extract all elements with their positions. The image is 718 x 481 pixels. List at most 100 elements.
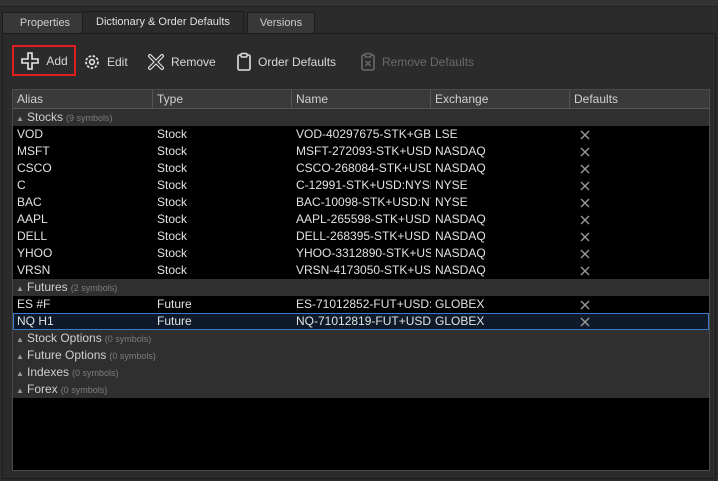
cell-type: Future (157, 297, 192, 311)
cell-exchange: LSE (435, 127, 458, 141)
cell-name: YHOO-3312890-STK+USD:NASDAQ (296, 246, 431, 260)
window-top-strip (0, 0, 718, 7)
cell-defaults (570, 296, 709, 313)
expand-triangle-icon[interactable]: ▲ (13, 365, 27, 382)
column-header-defaults[interactable]: Defaults (570, 90, 709, 108)
grid-header: Alias Type Name Exchange Defaults (13, 90, 709, 109)
cell-exchange: NASDAQ (435, 229, 486, 243)
group-count: (2 symbols) (70, 283, 118, 293)
cell-defaults (570, 143, 709, 160)
cell-type: Stock (157, 144, 188, 158)
table-row[interactable]: DELL Stock DELL-268395-STK+USD:NASDAQ NASDA… (13, 228, 709, 245)
order-defaults-button[interactable]: Order Defaults (236, 48, 336, 76)
table-row[interactable]: MSFT Stock MSFT-272093-STK+USD:NASDAQ NASDA… (13, 143, 709, 160)
group-header[interactable]: ▲ Stock Options (0 symbols) (13, 330, 709, 347)
no-defaults-x-icon[interactable] (580, 228, 590, 245)
no-defaults-x-icon[interactable] (580, 143, 590, 160)
order-defaults-label: Order Defaults (258, 55, 337, 69)
group-header[interactable]: ▲ Indexes (0 symbols) (13, 364, 709, 381)
cell-name: VRSN-4173050-STK+USD:NASDAQ (296, 263, 431, 277)
edit-button[interactable]: Edit (83, 48, 128, 76)
expand-triangle-icon[interactable]: ▲ (13, 110, 27, 127)
cell-alias: ES #F (17, 297, 51, 311)
cell-exchange: NYSE (435, 195, 468, 209)
group-count: (0 symbols) (60, 385, 108, 395)
expand-triangle-icon[interactable]: ▲ (13, 280, 27, 297)
table-row[interactable]: VOD Stock VOD-40297675-STK+GBP:LSE LSE (13, 126, 709, 143)
no-defaults-x-icon[interactable] (580, 211, 590, 228)
no-defaults-x-icon[interactable] (580, 126, 590, 143)
remove-defaults-label: Remove Defaults (382, 55, 475, 69)
cell-exchange: GLOBEX (435, 297, 485, 311)
dictionary-panel: Add Edit Remove Order Defaults Remove De… (2, 33, 716, 479)
add-button[interactable]: Add (12, 45, 76, 76)
cell-name: C-12991-STK+USD:NYSE (296, 178, 431, 192)
cell-type: Stock (157, 229, 188, 243)
table-row[interactable]: ES #F Future ES-71012852-FUT+USD:GLOBEX GLO… (13, 296, 709, 313)
column-header-alias[interactable]: Alias (13, 90, 153, 108)
cell-type: Stock (157, 246, 188, 260)
cell-defaults (570, 177, 709, 194)
group-header[interactable]: ▲ Stocks (9 symbols) (13, 109, 709, 126)
no-defaults-x-icon[interactable] (580, 296, 590, 313)
table-row[interactable]: CSCO Stock CSCO-268084-STK+USD:NASDAQ NASDA… (13, 160, 709, 177)
expand-triangle-icon[interactable]: ▲ (13, 382, 27, 399)
remove-icon (148, 54, 164, 70)
cell-name: CSCO-268084-STK+USD:NASDAQ (296, 161, 431, 175)
group-name: Forex (27, 382, 58, 396)
add-label: Add (46, 53, 68, 68)
cell-alias: YHOO (17, 246, 53, 260)
cell-exchange: NASDAQ (435, 161, 486, 175)
tab-versions[interactable]: Versions (247, 12, 315, 34)
cell-alias: CSCO (17, 161, 52, 175)
cell-type: Stock (157, 212, 188, 226)
no-defaults-x-icon[interactable] (580, 177, 590, 194)
no-defaults-x-icon[interactable] (580, 160, 590, 177)
column-header-exchange[interactable]: Exchange (431, 90, 570, 108)
group-header[interactable]: ▲ Future Options (0 symbols) (13, 347, 709, 364)
table-row[interactable]: BAC Stock BAC-10098-STK+USD:NYSE NYSE (13, 194, 709, 211)
cell-defaults (570, 228, 709, 245)
no-defaults-x-icon[interactable] (580, 313, 590, 330)
cell-type: Stock (157, 161, 188, 175)
column-header-name[interactable]: Name (292, 90, 431, 108)
table-row[interactable]: YHOO Stock YHOO-3312890-STK+USD:NASDAQ NASD… (13, 245, 709, 262)
cell-defaults (570, 126, 709, 143)
cell-exchange: GLOBEX (435, 314, 485, 328)
table-row[interactable]: VRSN Stock VRSN-4173050-STK+USD:NASDAQ NASD… (13, 262, 709, 279)
group-count: (0 symbols) (109, 351, 156, 361)
remove-button[interactable]: Remove (147, 48, 216, 76)
cell-defaults (570, 194, 709, 211)
cell-alias: DELL (17, 229, 48, 243)
cell-exchange: NASDAQ (435, 246, 486, 260)
expand-triangle-icon[interactable]: ▲ (13, 348, 27, 365)
tab-bar: Properties Dictionary & Order Defaults V… (0, 11, 718, 34)
cell-defaults (570, 262, 709, 279)
tab-properties[interactable]: Properties (2, 12, 88, 34)
tab-dictionary-order-defaults[interactable]: Dictionary & Order Defaults (82, 11, 244, 34)
group-header[interactable]: ▲ Forex (0 symbols) (13, 381, 709, 398)
table-row[interactable]: C Stock C-12991-STK+USD:NYSE NYSE (13, 177, 709, 194)
no-defaults-x-icon[interactable] (580, 245, 590, 262)
cell-alias: C (17, 178, 26, 192)
expand-triangle-icon[interactable]: ▲ (13, 331, 27, 348)
group-name: Stock Options (27, 331, 102, 345)
no-defaults-x-icon[interactable] (580, 262, 590, 279)
table-row[interactable]: AAPL Stock AAPL-265598-STK+USD:NASDAQ NASDA… (13, 211, 709, 228)
no-defaults-x-icon[interactable] (580, 194, 590, 211)
add-icon (21, 51, 40, 70)
group-count: (9 symbols) (66, 113, 113, 123)
group-header[interactable]: ▲ Futures (2 symbols) (13, 279, 709, 296)
table-row[interactable]: NQ H1 Future NQ-71012819-FUT+USD:GLOBEX GLO… (13, 313, 709, 330)
cell-defaults (570, 211, 709, 228)
cell-name: BAC-10098-STK+USD:NYSE (296, 195, 431, 209)
cell-name: VOD-40297675-STK+GBP:LSE (296, 127, 431, 141)
cell-type: Stock (157, 127, 188, 141)
cell-name: MSFT-272093-STK+USD:NASDAQ (296, 144, 431, 158)
cell-alias: MSFT (17, 144, 50, 158)
remove-defaults-button[interactable]: Remove Defaults (360, 48, 474, 76)
column-header-type[interactable]: Type (153, 90, 292, 108)
cell-alias: NQ H1 (17, 314, 54, 328)
clipboard-icon (237, 52, 251, 71)
cell-type: Future (157, 314, 192, 328)
